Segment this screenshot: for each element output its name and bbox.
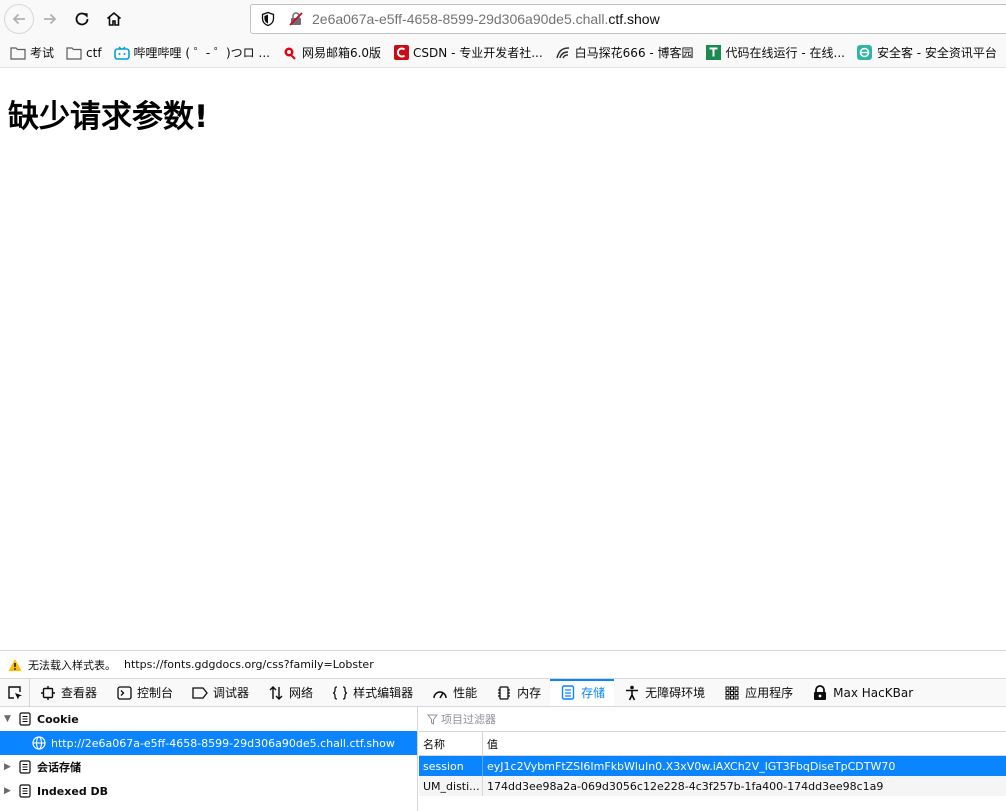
bookmark-csdn[interactable]: CSDN - 专业开发者社... [393,44,543,61]
folder-icon [66,45,82,61]
tab-storage[interactable]: 存储 [550,679,615,706]
table-header: 名称 值 [419,732,1006,756]
storage-icon [560,685,576,701]
cookie-table: 项目过滤器 名称 值 session eyJ1c2VybmFtZSI6ImFkb… [419,707,1006,811]
netease-icon [282,45,298,61]
debugger-icon [192,685,208,701]
globe-icon [32,736,46,750]
warning-text: 无法载入样式表。 [28,658,116,672]
memory-icon [496,685,512,701]
devtools-toolbar: 查看器 控制台 调试器 网络 样式编辑器 性能 内存 存储 无障碍环境 应用程序… [0,678,1006,707]
bookmark-folder-ctf[interactable]: ctf [66,45,102,61]
tab-accessibility[interactable]: 无障碍环境 [614,679,714,706]
style-editor-icon [332,685,348,701]
tree-cookie-host[interactable]: http://2e6a067a-e5ff-4658-8599-29d306a90… [0,731,417,755]
arrow-right-icon [44,13,57,25]
storage-panel: ▼ Cookie http://2e6a067a-e5ff-4658-8599-… [0,707,1006,811]
filter-input[interactable]: 项目过滤器 [419,707,1006,732]
anquanke-icon [857,45,873,61]
collapsed-triangle-icon[interactable]: ▶ [4,786,14,796]
table-row[interactable]: session eyJ1c2VybmFtZSI6ImFkbWluIn0.X3xV… [419,756,1006,776]
arrow-left-icon [12,13,25,25]
tree-cookie[interactable]: ▼ Cookie [0,707,417,731]
reload-button[interactable] [66,3,98,35]
page-content: 缺少请求参数! [0,69,1006,649]
storage-icon [19,760,31,774]
folder-icon [10,45,26,61]
column-header-name[interactable]: 名称 [419,732,483,755]
reload-icon [75,12,89,26]
cookie-value: eyJ1c2VybmFtZSI6ImFkbWluIn0.X3xV0w.iAXCh… [487,759,896,773]
storage-tree: ▼ Cookie http://2e6a067a-e5ff-4658-8599-… [0,707,418,811]
filter-icon [427,714,438,725]
tab-debugger[interactable]: 调试器 [182,679,258,706]
bookmark-anquanke[interactable]: 安全客 - 安全资讯平台 [857,44,997,61]
console-icon [116,685,132,701]
bilibili-icon [113,45,130,61]
application-icon [724,685,740,701]
network-icon [268,685,284,701]
url-bar[interactable]: 2e6a067a-e5ff-4658-8599-29d306a90de5.cha… [250,4,1006,34]
cookie-name: UM_disti... [419,776,483,796]
bookmark-cnblogs[interactable]: 白马探花666 - 博客园 [555,44,694,61]
navigation-bar: 2e6a067a-e5ff-4658-8599-29d306a90de5.cha… [0,0,1006,38]
element-picker-icon [7,685,22,699]
tab-memory[interactable]: 内存 [486,679,550,706]
cnblogs-icon [555,45,571,61]
bookmark-online-code-runner[interactable]: 代码在线运行 - 在线... [706,44,845,61]
element-picker-button[interactable] [0,679,30,706]
inspector-icon [40,685,56,701]
tab-inspector[interactable]: 查看器 [30,679,106,706]
bookmark-netease-mail[interactable]: 网易邮箱6.0版 [282,44,381,61]
table-row[interactable]: UM_disti... 174dd3ee98a2a-069d3056c12e22… [419,776,1006,796]
tab-performance[interactable]: 性能 [422,679,486,706]
warning-url-link[interactable]: https://fonts.gdgdocs.org/css?family=Lob… [124,658,374,671]
filter-placeholder: 项目过滤器 [441,713,496,726]
tab-network[interactable]: 网络 [258,679,322,706]
cookie-value: 174dd3ee98a2a-069d3056c12e228-4c3f257b-1… [487,779,884,793]
insecure-lock-icon[interactable] [288,11,304,27]
tab-application[interactable]: 应用程序 [714,679,802,706]
csdn-icon [393,45,409,61]
tab-max-hackbar[interactable]: Max HacKBar [802,679,922,706]
console-warning: 无法载入样式表。 https://fonts.gdgdocs.org/css?f… [0,650,1006,678]
storage-icon [19,712,31,726]
tree-indexed-db[interactable]: ▶ Indexed DB [0,779,417,803]
home-icon [106,11,122,26]
bookmark-bilibili[interactable]: 哔哩哔哩 ( ゜- ゜)つロ ... [113,44,270,61]
warning-icon [8,658,22,671]
column-header-value[interactable]: 值 [483,732,1006,755]
storage-icon [19,784,31,798]
forward-button[interactable] [34,3,66,35]
tool-icon [706,45,722,61]
back-button[interactable] [4,4,34,34]
accessibility-icon [624,685,640,701]
hackbar-icon [812,684,828,701]
performance-icon [432,685,448,701]
page-heading: 缺少请求参数! [8,99,209,135]
url-text[interactable]: 2e6a067a-e5ff-4658-8599-29d306a90de5.cha… [312,11,660,27]
expanded-triangle-icon[interactable]: ▼ [4,714,14,724]
home-button[interactable] [98,3,130,35]
tree-session-storage[interactable]: ▶ 会话存储 [0,755,417,779]
bookmark-folder-exam[interactable]: 考试 [10,44,54,61]
tab-console[interactable]: 控制台 [106,679,182,706]
bookmarks-bar: 考试 ctf 哔哩哔哩 ( ゜- ゜)つロ ... 网易邮箱6.0版 CSDN … [0,38,1006,68]
shield-icon[interactable] [260,11,276,27]
tab-style-editor[interactable]: 样式编辑器 [322,679,422,706]
collapsed-triangle-icon[interactable]: ▶ [4,762,14,772]
cookie-name: session [419,756,483,776]
